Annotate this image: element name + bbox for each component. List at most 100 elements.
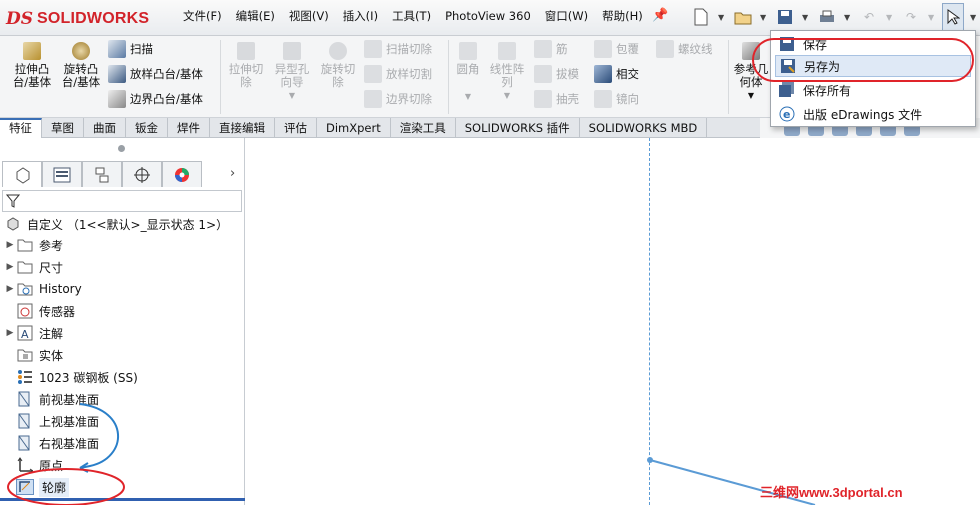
tree-item-label: 参考 — [39, 238, 64, 253]
sweep-icon — [108, 40, 126, 58]
tab-sheet-metal[interactable]: 钣金 — [126, 118, 168, 138]
graphics-area[interactable] — [246, 138, 980, 505]
menu-edit[interactable]: 编辑(E) — [229, 8, 282, 24]
pane-resize-handle[interactable] — [118, 145, 125, 152]
helix-icon — [656, 40, 674, 58]
tab-solidworks-addins[interactable]: SOLIDWORKS 插件 — [456, 118, 580, 138]
hole-wizard-button[interactable]: 异型孔 向导 ▼ — [270, 42, 314, 102]
save-icon[interactable] — [774, 5, 796, 29]
tab-features[interactable]: 特征 — [0, 118, 42, 138]
menu-photoview[interactable]: PhotoView 360 — [438, 9, 538, 23]
tree-item-solid-bodies[interactable]: 实体 — [4, 345, 63, 365]
tab-direct-editing[interactable]: 直接编辑 — [210, 118, 275, 138]
menu-tools[interactable]: 工具(T) — [385, 8, 438, 24]
chevron-down-icon[interactable]: ▼ — [452, 90, 484, 103]
expand-arrow-icon[interactable]: ▶ — [4, 262, 16, 272]
sweep-button[interactable]: 扫描 — [108, 40, 153, 58]
linear-pattern-button[interactable]: 线性阵 列 ▼ — [486, 42, 528, 102]
menu-view[interactable]: 视图(V) — [282, 8, 336, 24]
tab-surfaces[interactable]: 曲面 — [84, 118, 126, 138]
chevron-down-icon[interactable]: ▼ — [970, 13, 978, 22]
pin-icon[interactable]: 📌 — [652, 8, 668, 24]
watermark: 三维网www.3dportal.cn — [760, 485, 903, 500]
linear-pattern-icon — [498, 42, 516, 60]
shell-button[interactable]: 抽壳 — [534, 90, 579, 108]
menu-window[interactable]: 窗口(W) — [538, 8, 595, 24]
sweep-cut-button[interactable]: 扫描切除 — [364, 40, 432, 58]
save-all-icon — [779, 82, 794, 97]
chevron-down-icon[interactable]: ▼ — [928, 13, 936, 22]
menu-file[interactable]: 文件(F) — [176, 8, 229, 24]
print-icon[interactable] — [816, 5, 838, 29]
menu-insert[interactable]: 插入(I) — [336, 8, 385, 24]
mirror-button[interactable]: 镜向 — [594, 90, 639, 108]
undo-icon[interactable]: ↶ — [858, 5, 880, 29]
boundary-cut-button[interactable]: 边界切除 — [364, 90, 432, 108]
sweep-cut-label: 扫描切除 — [386, 42, 432, 56]
fillet-icon — [459, 42, 477, 60]
display-manager-tab-icon[interactable] — [162, 161, 202, 187]
tab-dimxpert[interactable]: DimXpert — [317, 118, 391, 138]
chevron-down-icon[interactable]: ▼ — [718, 13, 726, 22]
wrap-button[interactable]: 包覆 — [594, 40, 639, 58]
solidworks-logo[interactable]: DS SOLIDWORKS — [6, 6, 154, 32]
helix-button[interactable]: 螺纹线 — [656, 40, 713, 58]
tree-item-sensors[interactable]: 传感器 — [4, 301, 75, 321]
loft-cut-icon — [364, 65, 382, 83]
dimxpert-manager-tab-icon[interactable] — [122, 161, 162, 187]
chevron-down-icon[interactable]: ▼ — [760, 13, 768, 22]
ribbon-divider — [728, 40, 729, 114]
chevron-down-icon[interactable]: ▼ — [886, 13, 894, 22]
expand-arrow-icon[interactable]: ▶ — [4, 328, 16, 338]
tree-filter-input[interactable] — [2, 190, 242, 212]
tree-item-history[interactable]: ▶ History — [4, 279, 82, 299]
menu-item-publish-edrawings[interactable]: e 出版 eDrawings 文件 — [775, 103, 971, 125]
revolve-boss-label: 旋转凸 台/基体 — [61, 62, 101, 89]
tab-weldments[interactable]: 焊件 — [168, 118, 210, 138]
loft-boss-button[interactable]: 放样凸台/基体 — [108, 65, 203, 83]
configuration-manager-tab-icon[interactable] — [82, 161, 122, 187]
redo-icon[interactable]: ↷ — [900, 5, 922, 29]
boundary-boss-button[interactable]: 边界凸台/基体 — [108, 90, 203, 108]
chevron-down-icon[interactable]: ▼ — [844, 13, 852, 22]
open-folder-icon[interactable] — [732, 5, 754, 29]
sweep-cut-icon — [364, 40, 382, 58]
command-tabs: 特征 草图 曲面 钣金 焊件 直接编辑 评估 DimXpert 渲染工具 SOL… — [0, 118, 760, 138]
tree-item-reference[interactable]: ▶ 参考 — [4, 235, 63, 255]
quick-access-toolbar: ▼ ▼ ▼ ▼ ↶ ▼ ↷ ▼ ▼ — [690, 2, 980, 32]
tab-evaluate[interactable]: 评估 — [275, 118, 317, 138]
tree-item-annotations[interactable]: ▶ A 注解 — [4, 323, 63, 343]
tab-solidworks-mbd[interactable]: SOLIDWORKS MBD — [580, 118, 708, 138]
chevron-down-icon[interactable]: ▼ — [486, 89, 528, 102]
revolve-cut-button[interactable]: 旋转切 除 — [316, 42, 360, 89]
tab-render-tools[interactable]: 渲染工具 — [391, 118, 456, 138]
chevron-down-icon[interactable]: ▼ — [270, 89, 314, 102]
draft-icon — [534, 65, 552, 83]
menu-help[interactable]: 帮助(H) — [595, 8, 650, 24]
feature-tree-tab-icon[interactable] — [2, 161, 42, 187]
chevron-down-icon[interactable]: ▼ — [802, 13, 810, 22]
revolve-boss-icon — [72, 42, 90, 60]
new-document-icon[interactable] — [690, 5, 712, 29]
extrude-cut-button[interactable]: 拉伸切 除 — [224, 42, 268, 89]
filter-icon[interactable] — [6, 194, 20, 208]
fillet-button[interactable]: 圆角 ▼ — [452, 42, 484, 103]
intersect-button[interactable]: 相交 — [594, 65, 639, 83]
tree-root[interactable]: 自定义 （1<<默认>_显示状态 1>） — [4, 214, 228, 234]
chevron-down-icon[interactable]: ▼ — [732, 89, 770, 102]
expand-arrow-icon[interactable]: ▶ — [4, 240, 16, 250]
expand-arrow-icon[interactable]: ▶ — [4, 284, 16, 294]
extrude-boss-button[interactable]: 拉伸凸 台/基体 — [8, 42, 56, 89]
select-cursor-icon[interactable] — [942, 3, 964, 31]
tree-item-dimensions[interactable]: ▶ 尺寸 — [4, 257, 63, 277]
extrude-boss-label: 拉伸凸 台/基体 — [12, 62, 52, 89]
property-manager-tab-icon[interactable] — [42, 161, 82, 187]
menu-item-save-all[interactable]: 保存所有 — [775, 79, 971, 101]
chevron-right-icon[interactable]: › — [230, 166, 235, 181]
loft-cut-label: 放样切割 — [386, 67, 432, 81]
revolve-boss-button[interactable]: 旋转凸 台/基体 — [58, 42, 104, 89]
tab-sketch[interactable]: 草图 — [42, 118, 84, 138]
rib-button[interactable]: 筋 — [534, 40, 568, 58]
loft-cut-button[interactable]: 放样切割 — [364, 65, 432, 83]
draft-button[interactable]: 拔模 — [534, 65, 579, 83]
